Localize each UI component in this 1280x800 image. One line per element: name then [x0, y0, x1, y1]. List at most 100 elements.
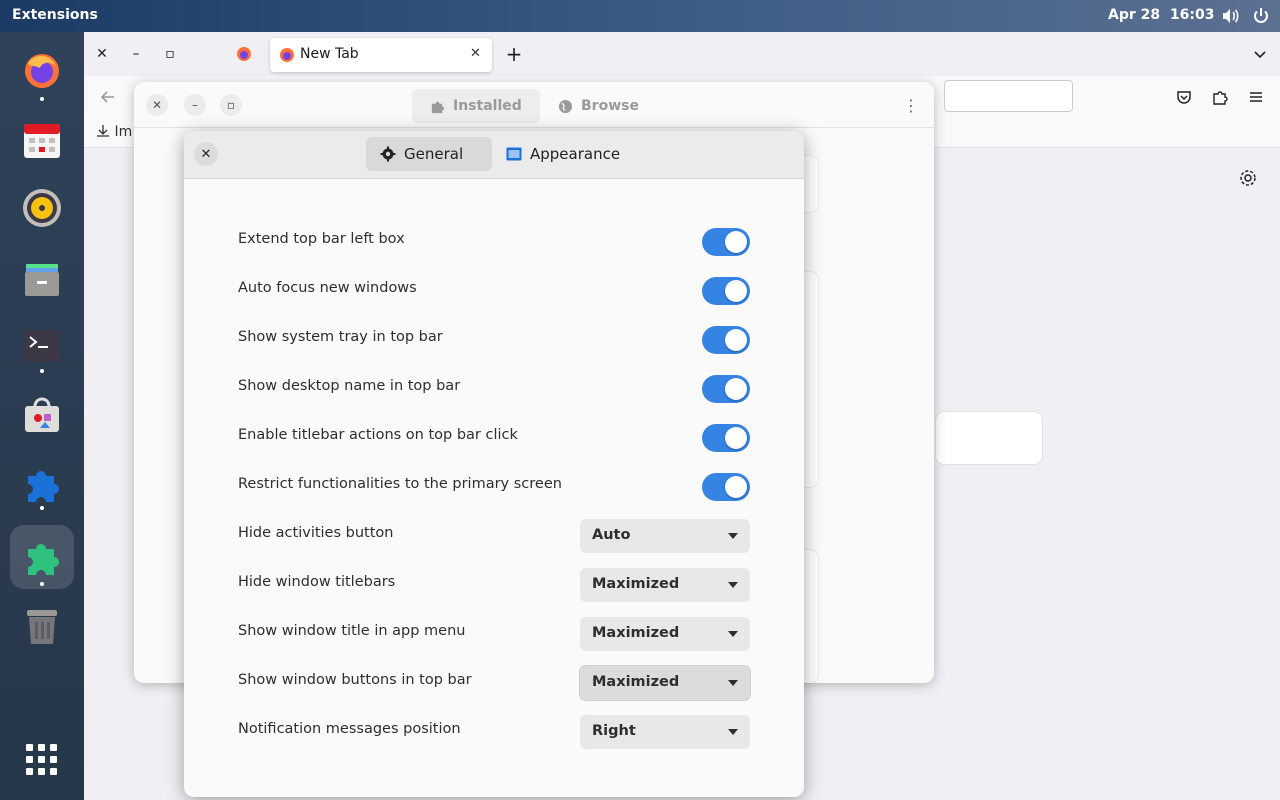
- top-bar: Extensions Apr 28 16:03: [0, 0, 1280, 32]
- desktop-name-switch[interactable]: [702, 375, 750, 403]
- pref-label: Extend top bar left box: [238, 231, 405, 247]
- volume-icon[interactable]: [1220, 6, 1240, 26]
- app-grid-button[interactable]: [10, 728, 74, 792]
- extend-left-box-switch[interactable]: [702, 228, 750, 256]
- firefox-launcher[interactable]: [10, 38, 74, 102]
- switch-knob: [725, 427, 747, 449]
- pref-row: Show desktop name in top bar: [238, 367, 750, 407]
- preferences-dialog: ✕ General Appearance Extend top bar left…: [184, 131, 804, 797]
- pref-label: Show window buttons in top bar: [238, 672, 472, 688]
- back-arrow-icon: [100, 91, 114, 103]
- tab-label: New Tab: [300, 46, 359, 62]
- page-settings-button[interactable]: [1239, 169, 1257, 191]
- preferences-header: ✕ General Appearance: [184, 131, 804, 179]
- window-title-dropdown[interactable]: Maximized: [580, 617, 750, 651]
- pref-label: Hide window titlebars: [238, 574, 396, 590]
- running-indicator: [40, 369, 44, 373]
- pref-row: Show window title in app menu Maximized: [238, 612, 750, 652]
- main-menu-button[interactable]: ⋮: [900, 94, 922, 116]
- bookmark-item[interactable]: Im: [96, 124, 132, 140]
- dropdown-value: Maximized: [592, 674, 680, 690]
- trash-launcher[interactable]: [10, 594, 74, 658]
- calendar-launcher[interactable]: [10, 108, 74, 172]
- tab-new-tab[interactable]: New Tab ✕: [270, 38, 492, 72]
- app-menu-button[interactable]: [1244, 85, 1268, 109]
- dropdown-value: Maximized: [592, 576, 680, 592]
- primary-screen-switch[interactable]: [702, 473, 750, 501]
- clock-date: Apr 28: [1108, 7, 1161, 23]
- back-button[interactable]: [96, 85, 120, 109]
- tab-general[interactable]: General: [366, 137, 492, 171]
- extensions-button[interactable]: [1208, 85, 1232, 109]
- titlebar-actions-switch[interactable]: [702, 424, 750, 452]
- maximize-window-button[interactable]: ▫: [158, 42, 182, 66]
- close-window-button[interactable]: ✕: [90, 42, 114, 66]
- close-dialog-button[interactable]: ✕: [194, 142, 218, 166]
- trash-icon: [27, 610, 57, 644]
- gear-icon: [380, 146, 396, 162]
- firefox-icon: [25, 54, 59, 88]
- new-tab-button[interactable]: +: [502, 42, 526, 66]
- running-indicator: [40, 97, 44, 101]
- app-grid-icon: [26, 744, 57, 775]
- puzzle-icon: [28, 471, 59, 502]
- power-icon[interactable]: [1251, 6, 1271, 26]
- pocket-icon: [1177, 91, 1191, 104]
- tab-bar: ✕ – ▫ New Tab ✕ +: [84, 32, 1280, 76]
- dropdown-arrow-icon: [728, 729, 738, 735]
- system-tray-switch[interactable]: [702, 326, 750, 354]
- pocket-button[interactable]: [1172, 85, 1196, 109]
- hamburger-icon: [1250, 92, 1262, 102]
- terminal-icon: [24, 330, 60, 362]
- window-buttons-dropdown[interactable]: Maximized: [580, 666, 750, 700]
- tab-installed[interactable]: Installed: [412, 89, 540, 123]
- pref-row: Hide activities button Auto: [238, 514, 750, 554]
- minimize-window-button[interactable]: –: [124, 42, 148, 66]
- firefox-view-button[interactable]: [232, 42, 256, 66]
- firefox-icon: [237, 47, 251, 61]
- puzzle-icon: [431, 101, 445, 113]
- files-icon: [25, 264, 59, 296]
- hide-titlebars-dropdown[interactable]: Maximized: [580, 568, 750, 602]
- bookmark-label: Im: [114, 124, 133, 140]
- pref-row: Restrict functionalities to the primary …: [238, 465, 750, 505]
- tab-label: General: [404, 145, 464, 163]
- maximize-window-button[interactable]: ▫: [220, 94, 242, 116]
- close-tab-icon[interactable]: ✕: [470, 46, 481, 61]
- tab-label: Appearance: [530, 145, 621, 163]
- clock[interactable]: Apr 28 16:03: [1108, 7, 1214, 23]
- extension-manager-launcher[interactable]: [10, 525, 74, 589]
- pref-row: Enable titlebar actions on top bar click: [238, 416, 750, 456]
- tab-label: Installed: [453, 98, 522, 114]
- calendar-icon: [24, 124, 60, 158]
- software-icon: [25, 397, 59, 432]
- list-tabs-button[interactable]: [1248, 42, 1272, 66]
- tab-browse[interactable]: Browse: [540, 89, 657, 123]
- tab-label: Browse: [581, 98, 639, 114]
- tab-appearance[interactable]: Appearance: [492, 137, 634, 171]
- url-bar[interactable]: [944, 80, 1073, 112]
- software-launcher[interactable]: [10, 382, 74, 446]
- dropdown-arrow-icon: [728, 533, 738, 539]
- notification-position-dropdown[interactable]: Right: [580, 715, 750, 749]
- files-launcher[interactable]: [10, 246, 74, 310]
- minimize-window-button[interactable]: –: [184, 94, 206, 116]
- close-window-button[interactable]: ✕: [146, 94, 168, 116]
- pref-row: Hide window titlebars Maximized: [238, 563, 750, 603]
- dropdown-arrow-icon: [728, 582, 738, 588]
- rhythmbox-launcher[interactable]: [10, 176, 74, 240]
- dropdown-value: Maximized: [592, 625, 680, 641]
- dropdown-value: Auto: [592, 527, 631, 543]
- activities-label[interactable]: Extensions: [12, 7, 98, 23]
- auto-focus-switch[interactable]: [702, 277, 750, 305]
- pref-label: Restrict functionalities to the primary …: [238, 476, 562, 492]
- gear-icon: [1240, 170, 1256, 186]
- pref-label: Notification messages position: [238, 721, 461, 737]
- pref-row: Show window buttons in top bar Maximized: [238, 661, 750, 701]
- pref-row: Notification messages position Right: [238, 710, 750, 750]
- extensions-header: ✕ – ▫ Installed Browse ⋮: [134, 82, 934, 128]
- hide-activities-dropdown[interactable]: Auto: [580, 519, 750, 553]
- speaker-icon: [23, 189, 61, 227]
- content-card: [936, 412, 1042, 464]
- chevron-down-icon: [1254, 51, 1266, 59]
